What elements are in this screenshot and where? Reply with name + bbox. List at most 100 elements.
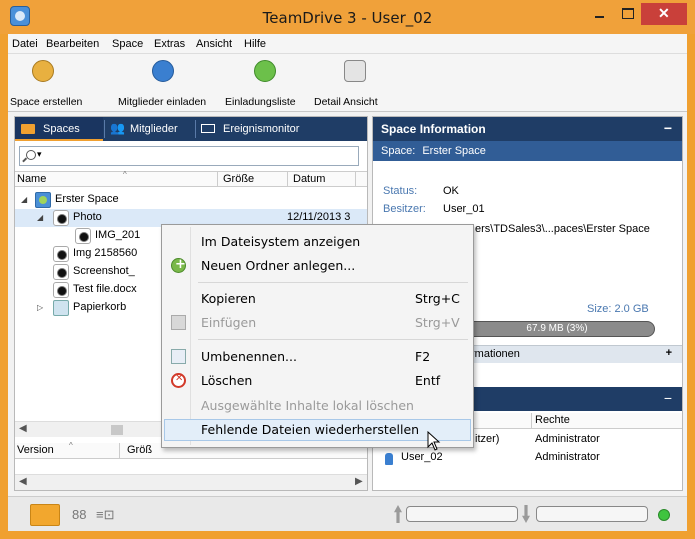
menu-hilfe[interactable]: Hilfe: [244, 38, 266, 50]
scroll-thumb[interactable]: [111, 425, 123, 435]
menu-extras[interactable]: Extras: [154, 38, 185, 50]
menu-bearbeiten[interactable]: Bearbeiten: [46, 38, 99, 50]
invite-members-icon: [152, 60, 174, 82]
tab-members-label: Mitglieder: [130, 123, 178, 135]
expanded-triangle-icon[interactable]: ◢: [37, 213, 43, 222]
menu-item-delete-local[interactable]: Ausgewählte Inhalte lokal löschen: [164, 395, 471, 417]
new-folder-icon: [171, 257, 186, 273]
member-rights: Administrator: [535, 433, 600, 445]
scroll-right-icon[interactable]: ▶: [355, 476, 363, 487]
download-arrow-icon: [522, 505, 530, 523]
search-icon: [26, 150, 36, 160]
version-list-hscrollbar[interactable]: ◀ ▶: [15, 474, 367, 490]
space-label: Space:: [381, 145, 416, 157]
member-row[interactable]: User_02 Administrator: [373, 449, 682, 467]
user-icon: [385, 453, 393, 465]
sort-indicator-icon: ^: [123, 170, 127, 179]
search-options-chevron-icon[interactable]: ▾: [37, 149, 42, 160]
expanded-triangle-icon[interactable]: ◢: [21, 195, 27, 204]
invite-members-label: Mitglieder einladen: [118, 96, 207, 108]
invite-members-button[interactable]: Mitglieder einladen: [118, 58, 218, 110]
event-monitor-icon: [201, 124, 215, 133]
menu-item-shortcut: Strg+C: [415, 291, 460, 306]
tree-item-date: 12/11/2013 3: [287, 211, 351, 223]
menu-space[interactable]: Space: [112, 38, 143, 50]
expand-plus-icon[interactable]: +: [666, 347, 672, 359]
maximize-button[interactable]: [614, 3, 640, 25]
menu-item-copy[interactable]: Kopieren Strg+C: [164, 288, 471, 310]
title-bar[interactable]: TeamDrive 3 - User_02: [0, 0, 695, 34]
camera-file-icon: [75, 228, 91, 244]
tree-row-space[interactable]: ◢ Erster Space: [15, 191, 367, 209]
menu-item-label: Umbenennen...: [201, 349, 297, 364]
tab-spaces-label: Spaces: [43, 123, 80, 135]
menu-item-delete[interactable]: Löschen Entf: [164, 370, 471, 392]
menu-bar: Datei Bearbeiten Space Extras Ansicht Hi…: [8, 34, 687, 54]
column-divider[interactable]: [217, 172, 218, 187]
collapse-icon[interactable]: −: [664, 390, 672, 406]
invitation-list-icon: [254, 60, 276, 82]
menu-item-rename[interactable]: Umbenennen... F2: [164, 346, 471, 368]
scroll-left-icon[interactable]: ◀: [19, 476, 27, 487]
search-input[interactable]: ▾: [19, 146, 359, 166]
rename-icon: [171, 349, 186, 364]
detail-view-label: Detail Ansicht: [314, 96, 378, 108]
column-version-size[interactable]: Größ: [127, 444, 152, 456]
paste-icon: [171, 315, 186, 330]
trash-icon: [53, 300, 69, 316]
menu-ansicht[interactable]: Ansicht: [196, 38, 232, 50]
toolbar: Space erstellen Mitglieder einladen Einl…: [8, 54, 687, 112]
space-usage-progress: 67.9 MB (3%): [459, 321, 655, 337]
menu-item-label: Neuen Ordner anlegen...: [201, 258, 356, 273]
column-divider[interactable]: [531, 413, 532, 428]
menu-item-new-folder[interactable]: Neuen Ordner anlegen...: [164, 255, 471, 277]
collapsed-triangle-icon[interactable]: ▷: [37, 303, 43, 312]
spaces-view-folder-icon[interactable]: [30, 504, 60, 526]
menu-item-label: Einfügen: [201, 315, 257, 330]
detail-view-icon: [344, 60, 366, 82]
menu-datei[interactable]: Datei: [12, 38, 38, 50]
minimize-button[interactable]: [586, 3, 612, 25]
members-icon: 👥: [110, 121, 125, 135]
create-space-button[interactable]: Space erstellen: [10, 58, 100, 110]
menu-separator: [198, 282, 468, 283]
menu-item-paste[interactable]: Einfügen Strg+V: [164, 312, 471, 334]
menu-item-restore-missing[interactable]: Fehlende Dateien wiederherstellen: [164, 419, 471, 441]
space-name: Erster Space: [422, 145, 486, 157]
app-window: TeamDrive 3 - User_02 Datei Bearbeiten S…: [0, 0, 695, 539]
column-size[interactable]: Größe: [223, 173, 254, 185]
tree-item-label: Screenshot_: [73, 265, 135, 277]
space-icon: [35, 192, 51, 208]
upload-arrow-icon: [394, 505, 402, 523]
event-view-icon[interactable]: ≡⊡: [96, 507, 114, 523]
column-divider[interactable]: [119, 443, 120, 458]
detail-view-button[interactable]: Detail Ansicht: [314, 58, 392, 110]
space-name-row: Space: Erster Space: [373, 141, 682, 161]
online-status-icon: [658, 509, 670, 521]
column-name[interactable]: Name: [17, 173, 46, 185]
upload-progress-bar: [406, 506, 518, 522]
more-info-label: rmationen: [471, 348, 520, 360]
left-tabs: Spaces 👥 Mitglieder Ereignismonitor: [15, 117, 367, 141]
column-divider[interactable]: [287, 172, 288, 187]
column-rights[interactable]: Rechte: [535, 414, 570, 426]
camera-file-icon: [53, 282, 69, 298]
tab-members[interactable]: 👥 Mitglieder: [106, 117, 194, 141]
menu-item-show-in-filesystem[interactable]: Im Dateisystem anzeigen: [164, 231, 471, 253]
collapse-icon[interactable]: −: [664, 120, 672, 136]
download-progress-bar: [536, 506, 648, 522]
camera-folder-icon: [53, 210, 69, 226]
column-version[interactable]: Version: [17, 444, 54, 456]
menu-item-label: Fehlende Dateien wiederherstellen: [201, 422, 420, 437]
menu-item-label: Kopieren: [201, 291, 256, 306]
column-divider[interactable]: [355, 172, 356, 187]
column-date[interactable]: Datum: [293, 173, 325, 185]
tab-spaces[interactable]: Spaces: [15, 117, 103, 141]
close-button[interactable]: [641, 3, 687, 25]
tab-event-monitor[interactable]: Ereignismonitor: [197, 117, 337, 141]
members-view-icon[interactable]: 88: [72, 507, 86, 522]
invitation-list-button[interactable]: Einladungsliste: [225, 58, 309, 110]
space-info-title: Space Information: [381, 122, 486, 136]
scroll-left-icon[interactable]: ◀: [19, 423, 27, 434]
sort-indicator-icon: ^: [69, 441, 73, 450]
